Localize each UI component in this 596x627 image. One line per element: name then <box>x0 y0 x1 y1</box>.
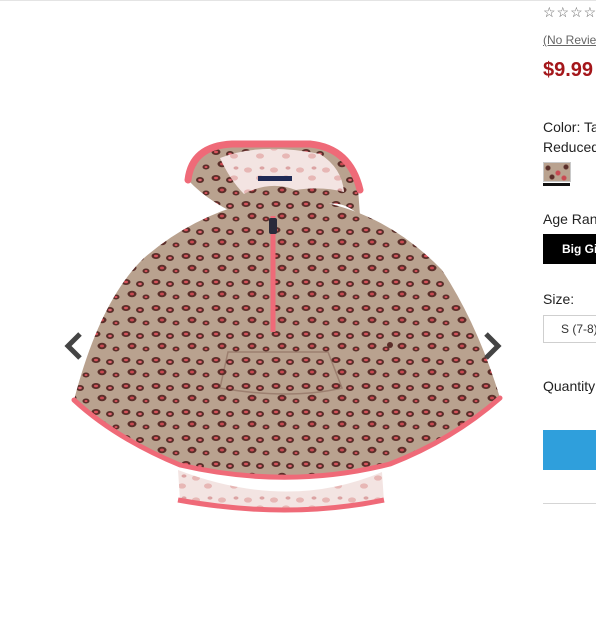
reviews-link[interactable]: (No Reviews) <box>543 33 596 47</box>
color-label: Color: Tan Leopard <box>543 119 596 135</box>
age-range-button-big-girls[interactable]: Big Girls <box>543 234 596 264</box>
product-image[interactable] <box>60 120 516 540</box>
selected-swatch-indicator <box>543 183 570 186</box>
top-divider <box>0 0 596 1</box>
next-image-arrow[interactable] <box>478 330 504 362</box>
size-select[interactable]: S (7-8) <box>543 315 596 343</box>
chevron-left-icon <box>62 330 88 362</box>
product-details-panel: ☆☆☆☆☆ (No Reviews) $9.99 Color: Tan Leop… <box>543 0 596 627</box>
add-to-bag-button[interactable] <box>543 430 596 470</box>
color-note: Reduced <box>543 139 596 155</box>
product-price: $9.99 <box>543 59 594 81</box>
size-label: Size: <box>543 291 575 307</box>
quantity-label: Quantity: <box>543 378 596 394</box>
rating-stars[interactable]: ☆☆☆☆☆ <box>543 4 596 21</box>
color-swatch-tan-leopard[interactable] <box>543 162 571 182</box>
previous-image-arrow[interactable] <box>62 330 88 362</box>
age-range-label: Age Range: <box>543 211 596 227</box>
panel-divider <box>543 503 596 504</box>
chevron-right-icon <box>478 330 504 362</box>
